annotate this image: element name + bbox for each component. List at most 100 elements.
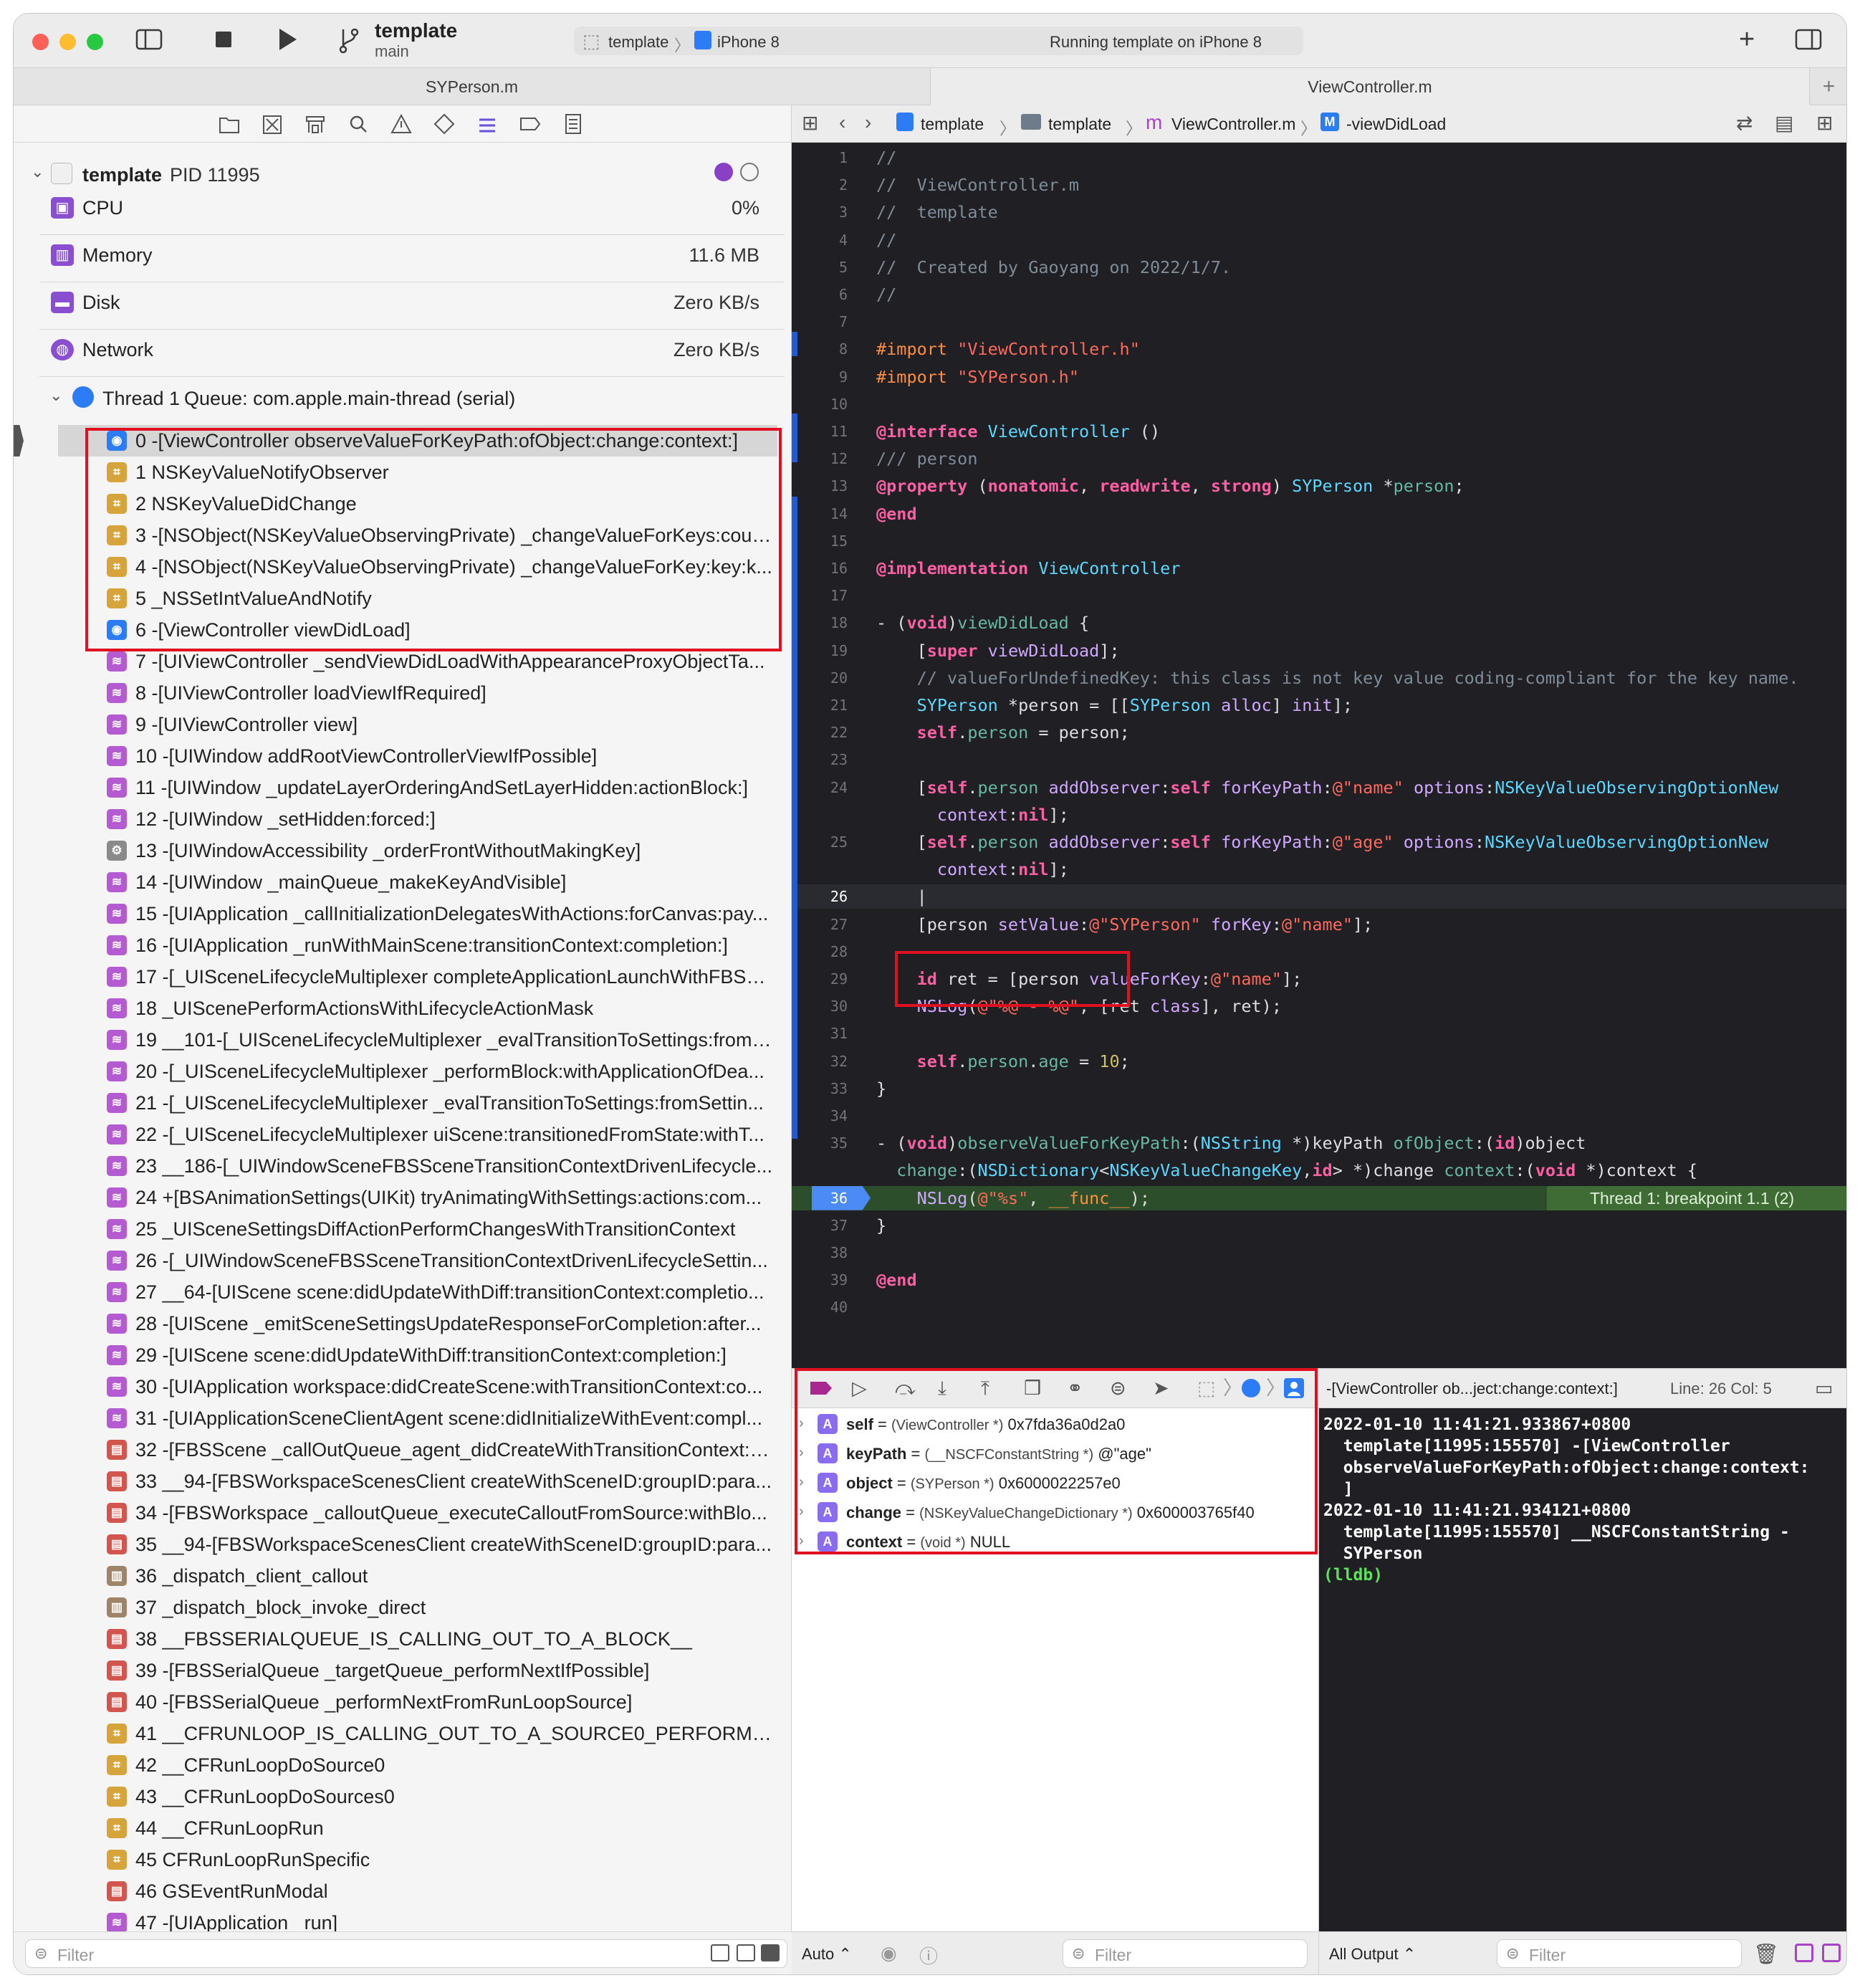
code-line[interactable]: context:nil]; [792, 803, 1846, 827]
environment-overrides-icon[interactable]: ⊜ [1110, 1375, 1126, 1402]
destination-scheme[interactable]: template [608, 33, 668, 52]
stack-frame-row[interactable]: ▤ 32 -[FBSScene _callOutQueue_agent_didCr… [58, 1434, 777, 1466]
stack-frame-row[interactable]: ⌗ 5 _NSSetIntValueAndNotify [58, 583, 777, 614]
run-icon[interactable] [276, 27, 299, 59]
show-variables-icon[interactable] [1795, 1944, 1813, 1962]
find-icon[interactable] [347, 110, 369, 146]
code-line[interactable]: 26 | [792, 884, 1846, 909]
stack-frame-row[interactable]: ◉ 0 -[ViewController observeValueForKeyPa… [58, 425, 777, 457]
code-line[interactable]: 10 [792, 392, 1846, 416]
code-line[interactable]: 1 // [792, 145, 1846, 170]
stack-frame-row[interactable]: ▤ 40 -[FBSSerialQueue _performNextFromRun… [58, 1686, 777, 1718]
code-line[interactable]: 4 // [792, 228, 1846, 252]
stack-frame-row[interactable]: ≋ 18 _UIScenePerformActionsWithLifecycleA… [58, 993, 777, 1024]
code-line[interactable]: 15 [792, 529, 1846, 553]
stack-frame-row[interactable]: ≋ 31 -[UIApplicationSceneClientAgent scen… [58, 1402, 777, 1434]
stack-frame-row[interactable]: ≋ 11 -[UIWindow _updateLayerOrderingAndSe… [58, 772, 777, 803]
code-line[interactable]: 23 [792, 747, 1846, 772]
code-line[interactable]: 7 [792, 310, 1846, 334]
console-output[interactable]: 2022-01-10 11:41:21.933867+0800 template… [1319, 1408, 1846, 1931]
step-over-icon[interactable]: ⤼ [895, 1375, 916, 1402]
close-window-button[interactable] [32, 34, 49, 50]
stack-frame-row[interactable]: ≋ 17 -[_UISceneLifecycleMultiplexer compl… [58, 961, 777, 993]
debug-navigator-icon[interactable] [476, 110, 498, 146]
code-line[interactable]: 19 [super viewDidLoad]; [792, 639, 1846, 663]
stack-frame-row[interactable]: ▤ 38 __FBSSERIALQUEUE_IS_CALLING_OUT_TO_A… [58, 1623, 777, 1655]
thread-view-icon[interactable] [740, 163, 759, 181]
stack-frame-row[interactable]: ≋ 30 -[UIApplication workspace:didCreateS… [58, 1371, 777, 1402]
code-line[interactable]: 32 self.person.age = 10; [792, 1049, 1846, 1074]
test-icon[interactable] [433, 110, 455, 146]
sidebar-toggle-icon[interactable] [135, 28, 163, 57]
trash-icon[interactable]: 🗑 [1753, 1942, 1779, 1966]
jumpbar-group[interactable]: template [1048, 115, 1111, 134]
memory-graph-icon[interactable]: ⚭ [1067, 1375, 1083, 1402]
filter-option-icon[interactable] [737, 1944, 755, 1961]
code-line[interactable]: 22 self.person = person; [792, 720, 1846, 745]
stack-frame-row[interactable]: ≋ 25 _UISceneSettingsDiffActionPerformCha… [58, 1213, 777, 1245]
stack-frame-row[interactable]: ⌗ 42 __CFRunLoopDoSource0 [58, 1749, 777, 1781]
stack-frame-row[interactable]: ≋ 27 __64-[UIScene scene:didUpdateWithDif… [58, 1276, 777, 1308]
new-tab-icon[interactable]: + [1809, 68, 1846, 105]
stack-frame-row[interactable]: ≋ 28 -[UIScene _emitSceneSettingsUpdateRe… [58, 1308, 777, 1339]
variable-row[interactable]: › AkeyPath = (__NSCFConstantString *) @"a… [792, 1440, 1319, 1466]
stack-frame-row[interactable]: ⌗ 41 __CFRUNLOOP_IS_CALLING_OUT_TO_A_SOUR… [58, 1718, 777, 1749]
code-line[interactable]: 18 - (void)viewDidLoad { [792, 611, 1846, 635]
stack-frame-row[interactable]: ◉ 6 -[ViewController viewDidLoad] [58, 614, 777, 646]
source-control-icon[interactable] [262, 110, 283, 146]
stack-frame-row[interactable]: ≋ 9 -[UIViewController view] [58, 709, 777, 740]
stack-frame-row[interactable]: ▥ 36 _dispatch_client_callout [58, 1560, 777, 1592]
code-line[interactable]: context:nil]; [792, 857, 1846, 881]
memory-graph-icon[interactable] [714, 163, 733, 181]
stack-frame-row[interactable]: ⌗ 45 CFRunLoopRunSpecific [58, 1844, 777, 1875]
variables-filter-field[interactable]: ⊜ Filter [1063, 1939, 1308, 1968]
filter-option-icon[interactable] [761, 1944, 780, 1961]
code-line[interactable]: 30 NSLog(@"%@ - %@", [ret class], ret); [792, 994, 1846, 1018]
stack-frame-row[interactable]: ≋ 21 -[_UISceneLifecycleMultiplexer _eval… [58, 1087, 777, 1119]
code-line[interactable]: 14 @end [792, 502, 1846, 526]
zoom-window-button[interactable] [87, 34, 103, 50]
code-line[interactable]: 39 @end [792, 1268, 1846, 1292]
related-items-icon[interactable]: ⊞ [802, 111, 818, 135]
source-editor[interactable]: 1 // 2 // ViewController.m 3 // template 4 // 5 /… [792, 143, 1846, 1368]
code-line[interactable]: 33} [792, 1076, 1846, 1101]
code-line[interactable]: 25 [self.person addObserver:self forKeyP… [792, 830, 1846, 854]
gauge-cpu[interactable]: ▣ CPU 0% [14, 187, 792, 229]
variable-row[interactable]: › Achange = (NSKeyValueChangeDictionary *… [792, 1499, 1319, 1525]
stack-frame-row[interactable]: ≋ 20 -[_UISceneLifecycleMultiplexer _perf… [58, 1056, 777, 1087]
stack-frame-row[interactable]: ▤ 46 GSEventRunModal [58, 1875, 777, 1907]
code-line[interactable]: 40 [792, 1295, 1846, 1319]
destination-device[interactable]: iPhone 8 [717, 33, 780, 52]
code-line[interactable]: 16 @implementation ViewController [792, 556, 1846, 580]
forward-icon[interactable]: › [865, 111, 871, 134]
inspector-toggle-icon[interactable] [1795, 28, 1822, 57]
chevron-down-icon[interactable]: ⌄ [49, 386, 62, 405]
code-line[interactable]: 21 SYPerson *person = [[SYPerson alloc] … [792, 693, 1846, 717]
step-into-icon[interactable]: ⤓ [938, 1375, 946, 1402]
stack-frame-row[interactable]: ▥ 37 _dispatch_block_invoke_direct [58, 1592, 777, 1623]
variable-row[interactable]: › Acontext = (void *) NULL [792, 1529, 1319, 1554]
stack-frame-row[interactable]: ⚙ 13 -[UIWindowAccessibility _orderFrontW… [58, 835, 777, 866]
gauge-disk[interactable]: ▬ Disk Zero KB/s [14, 282, 792, 323]
code-line[interactable]: 12 /// person [792, 446, 1846, 471]
stack-frame-row[interactable]: ≋ 19 __101-[_UISceneLifecycleMultiplexer … [58, 1024, 777, 1056]
variable-row[interactable]: › Aobject = (SYPerson *) 0x6000022257e0 [792, 1470, 1319, 1496]
code-line[interactable]: 28 [792, 940, 1846, 964]
stack-frame-row[interactable]: ≋ 26 -[_UIWindowSceneFBSSceneTransitionCo… [58, 1245, 777, 1276]
breakpoint-annotation[interactable]: Thread 1: breakpoint 1.1 (2) [1547, 1185, 1846, 1210]
code-line[interactable]: 37} [792, 1213, 1846, 1238]
chevron-down-icon[interactable]: ⌄ [31, 163, 44, 181]
chevron-right-icon[interactable]: › [799, 1415, 804, 1432]
stack-frame-row[interactable]: ⌗ 3 -[NSObject(NSKeyValueObservingPrivate… [58, 520, 777, 551]
code-line[interactable]: 27 [person setValue:@"SYPerson" forKey:@… [792, 912, 1846, 937]
chevron-right-icon[interactable]: › [799, 1504, 804, 1520]
user-frame-icon[interactable] [1283, 1375, 1305, 1409]
code-line[interactable]: 8 #import "ViewController.h" [792, 337, 1846, 361]
stack-frame-row[interactable]: ≋ 23 __186-[_UIWindowSceneFBSSceneTransit… [58, 1150, 777, 1182]
filter-option-icon[interactable] [711, 1944, 729, 1961]
info-icon[interactable]: ⓘ [919, 1942, 938, 1969]
symbol-icon[interactable] [305, 110, 326, 146]
stack-frame-row[interactable]: ≋ 29 -[UIScene scene:didUpdateWithDiff:tr… [58, 1339, 777, 1371]
code-line[interactable]: 24 [self.person addObserver:self forKeyP… [792, 775, 1846, 800]
jumpbar-symbol[interactable]: -viewDidLoad [1346, 115, 1446, 134]
